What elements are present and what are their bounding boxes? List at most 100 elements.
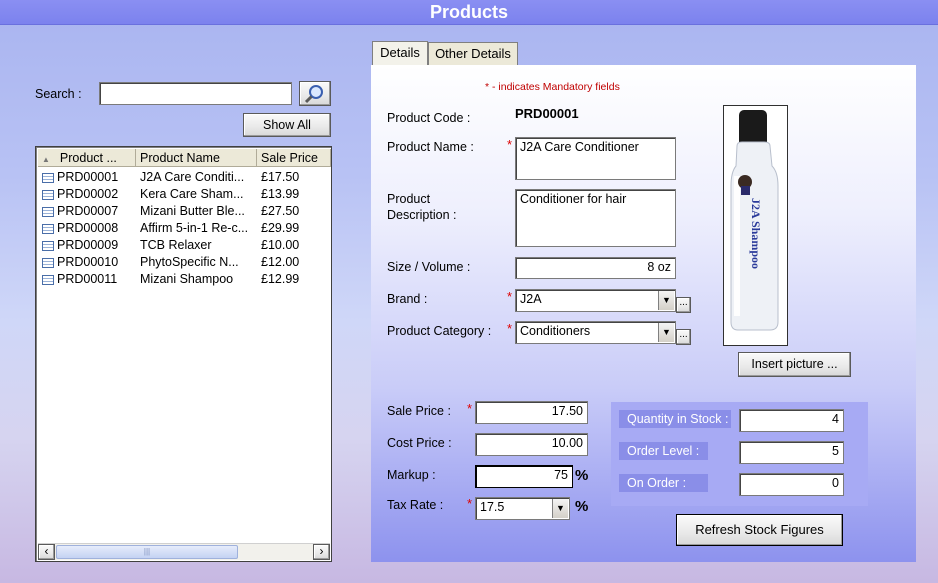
mandatory-note: * - indicates Mandatory fields: [485, 81, 620, 93]
category-select[interactable]: Conditioners ▼: [515, 321, 676, 344]
row-price: £17.50: [261, 170, 300, 184]
search-input[interactable]: [99, 82, 292, 105]
record-icon: [42, 206, 54, 217]
brand-select[interactable]: J2A ▼: [515, 289, 676, 312]
row-name: Mizani Shampoo: [140, 272, 234, 286]
product-code-label: Product Code :: [387, 111, 471, 125]
on-order-label: On Order :: [619, 474, 708, 492]
markup-label: Markup :: [387, 468, 436, 482]
row-price: £12.99: [261, 272, 300, 286]
chevron-down-icon[interactable]: ▼: [658, 323, 674, 342]
cost-price-label: Cost Price :: [387, 436, 452, 450]
column-header-name[interactable]: Product Name: [136, 149, 257, 167]
required-mark: *: [507, 289, 513, 304]
description-label-1: Product: [387, 192, 431, 206]
insert-picture-button[interactable]: Insert picture ...: [738, 352, 851, 377]
table-row[interactable]: PRD00009 TCB Relaxer £10.00: [38, 237, 330, 254]
cost-price-field[interactable]: 10.00: [475, 433, 588, 456]
bottle-label: J2A Shampoo: [749, 198, 763, 269]
scroll-thumb[interactable]: |||: [56, 545, 238, 559]
search-button[interactable]: [299, 81, 331, 106]
record-icon: [42, 274, 54, 285]
category-value: Conditioners: [520, 324, 591, 338]
brand-browse-button[interactable]: ...: [676, 297, 691, 313]
scroll-left-button[interactable]: ‹: [38, 544, 55, 560]
table-row[interactable]: PRD00002 Kera Care Sham... £13.99: [38, 186, 330, 203]
description-field[interactable]: Conditioner for hair: [515, 189, 676, 247]
search-label: Search :: [35, 87, 82, 101]
row-name: Mizani Butter Ble...: [140, 204, 245, 218]
row-code: PRD00008: [57, 221, 119, 235]
order-level-label: Order Level :: [619, 442, 708, 460]
row-code: PRD00009: [57, 238, 119, 252]
refresh-stock-button[interactable]: Refresh Stock Figures: [676, 514, 843, 546]
size-volume-label: Size / Volume :: [387, 260, 471, 274]
column-header-code[interactable]: ▲ Product ...: [38, 149, 136, 167]
required-mark: *: [467, 401, 473, 416]
record-icon: [42, 189, 54, 200]
row-name: PhytoSpecific N...: [140, 255, 239, 269]
row-price: £12.00: [261, 255, 300, 269]
sale-price-field[interactable]: 17.50: [475, 401, 588, 424]
product-name-label: Product Name :: [387, 140, 474, 154]
tab-other-details[interactable]: Other Details: [428, 42, 518, 66]
table-row[interactable]: PRD00001 J2A Care Conditi... £17.50: [38, 169, 330, 186]
table-row[interactable]: PRD00011 Mizani Shampoo £12.99: [38, 271, 330, 288]
table-row[interactable]: PRD00007 Mizani Butter Ble... £27.50: [38, 203, 330, 220]
record-icon: [42, 240, 54, 251]
required-mark: *: [507, 321, 513, 336]
sale-price-label: Sale Price :: [387, 404, 451, 418]
record-icon: [42, 257, 54, 268]
brand-value: J2A: [520, 292, 542, 306]
tax-percent: %: [575, 498, 589, 515]
product-list[interactable]: ▲ Product ... Product Name Sale Price PRD…: [35, 146, 332, 562]
markup-percent: %: [575, 467, 589, 484]
description-label-2: Description :: [387, 208, 457, 222]
row-code: PRD00011: [57, 272, 118, 286]
sort-ascending-icon: ▲: [42, 155, 50, 164]
quantity-in-stock-label: Quantity in Stock :: [619, 410, 731, 428]
required-mark: *: [507, 137, 513, 152]
row-price: £29.99: [261, 221, 300, 235]
chevron-down-icon[interactable]: ▼: [658, 291, 674, 310]
list-rows: PRD00001 J2A Care Conditi... £17.50 PRD0000…: [38, 169, 330, 288]
record-icon: [42, 223, 54, 234]
size-volume-field[interactable]: 8 oz: [515, 257, 676, 279]
row-price: £27.50: [261, 204, 300, 218]
row-name: TCB Relaxer: [140, 238, 212, 252]
row-code: PRD00002: [57, 187, 119, 201]
quantity-in-stock-field[interactable]: 4: [739, 409, 844, 432]
chevron-down-icon[interactable]: ▼: [552, 499, 568, 518]
product-code-value: PRD00001: [515, 106, 579, 121]
row-name: J2A Care Conditi...: [140, 170, 245, 184]
required-mark: *: [467, 496, 473, 511]
row-code: PRD00001: [57, 170, 119, 184]
window-title: Products: [0, 0, 938, 25]
row-name: Affirm 5-in-1 Re-c...: [140, 221, 249, 235]
row-code: PRD00010: [57, 255, 119, 269]
row-price: £10.00: [261, 238, 300, 252]
column-header-price[interactable]: Sale Price: [257, 149, 331, 167]
tax-rate-value: 17.5: [480, 500, 505, 514]
tab-details[interactable]: Details: [372, 41, 428, 66]
markup-field[interactable]: 75: [475, 465, 573, 488]
row-code: PRD00007: [57, 204, 119, 218]
row-name: Kera Care Sham...: [140, 187, 244, 201]
row-price: £13.99: [261, 187, 300, 201]
category-label: Product Category :: [387, 324, 492, 338]
table-row[interactable]: PRD00010 PhytoSpecific N... £12.00: [38, 254, 330, 271]
shampoo-bottle-icon: J2A Shampoo: [730, 110, 779, 331]
product-image: J2A Shampoo: [723, 105, 788, 346]
table-row[interactable]: PRD00008 Affirm 5-in-1 Re-c... £29.99: [38, 220, 330, 237]
on-order-field[interactable]: 0: [739, 473, 844, 496]
product-name-field[interactable]: J2A Care Conditioner: [515, 137, 676, 180]
category-browse-button[interactable]: ...: [676, 329, 691, 345]
order-level-field[interactable]: 5: [739, 441, 844, 464]
scroll-right-button[interactable]: ›: [313, 544, 330, 560]
show-all-button[interactable]: Show All: [243, 113, 331, 137]
record-icon: [42, 172, 54, 183]
horizontal-scrollbar[interactable]: ‹ ||| ›: [38, 543, 330, 560]
tax-rate-select[interactable]: 17.5 ▼: [475, 497, 570, 520]
magnifier-icon: [304, 85, 323, 104]
brand-label: Brand :: [387, 292, 428, 306]
